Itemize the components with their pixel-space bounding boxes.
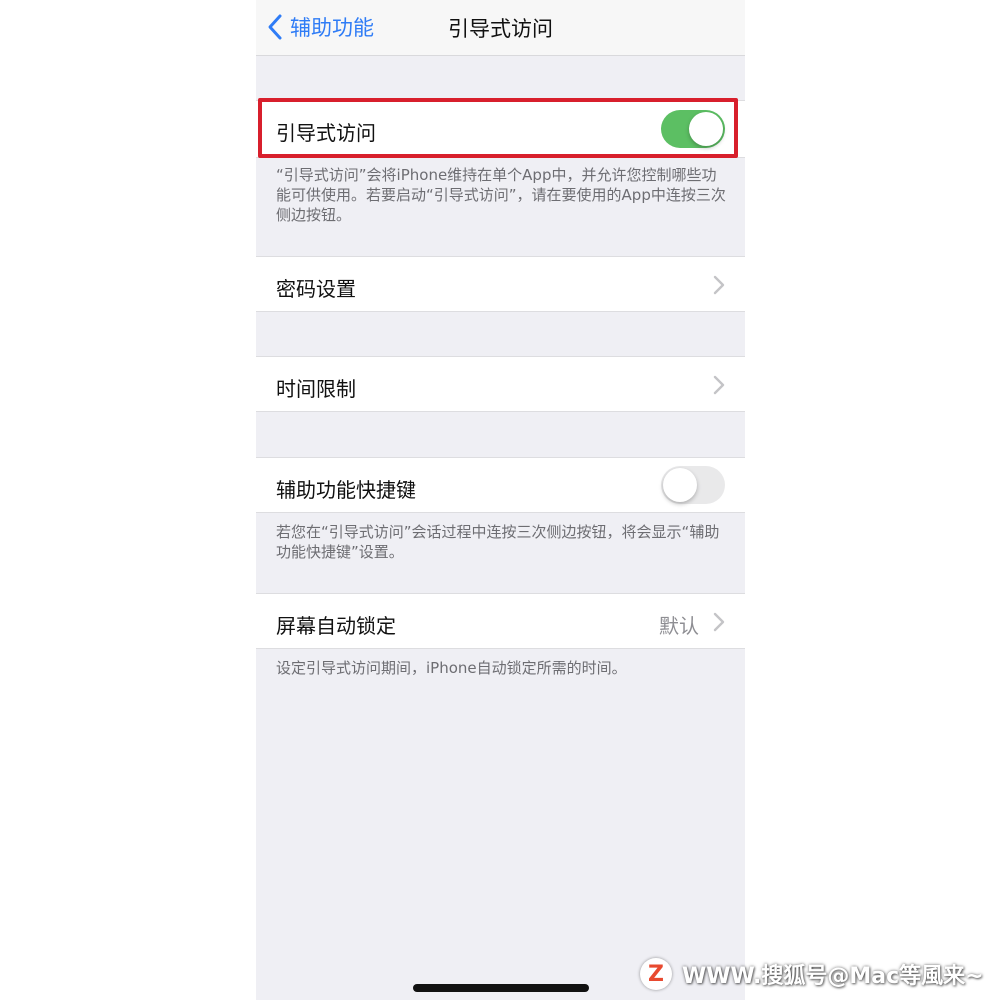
auto-lock-value: 默认 [659, 614, 699, 638]
page-title: 引导式访问 [448, 17, 553, 41]
guided-access-row: 引导式访问 [256, 100, 745, 158]
accessibility-shortcut-label: 辅助功能快捷键 [276, 478, 416, 502]
auto-lock-row[interactable]: 屏幕自动锁定 默认 [256, 593, 745, 649]
chevron-right-icon [713, 612, 725, 632]
time-limits-label: 时间限制 [276, 377, 356, 401]
settings-screen: 辅助功能 引导式访问 引导式访问 “引导式访问”会将iPhone维持在单个App… [256, 0, 745, 1000]
home-indicator[interactable] [413, 984, 589, 992]
navigation-bar: 辅助功能 引导式访问 [256, 0, 745, 56]
toggle-knob [663, 468, 697, 502]
watermark-text: WWW.搜狐号@Mac等風来~ [682, 964, 984, 989]
guided-access-footer: “引导式访问”会将iPhone维持在单个App中，并允许您控制哪些功能可供使用。… [276, 166, 726, 224]
watermark-logo-icon: Z [640, 958, 672, 990]
watermark: Z WWW.搜狐号@Mac等風来~ [640, 956, 984, 992]
auto-lock-footer: 设定引导式访问期间，iPhone自动锁定所需的时间。 [276, 659, 627, 677]
guided-access-toggle[interactable] [661, 110, 725, 148]
auto-lock-label: 屏幕自动锁定 [276, 614, 396, 638]
accessibility-shortcut-toggle[interactable] [661, 466, 725, 504]
toggle-knob [689, 112, 723, 146]
passcode-settings-label: 密码设置 [276, 277, 356, 301]
accessibility-shortcut-footer: 若您在“引导式访问”会话过程中连按三次侧边按钮，将会显示“辅助功能快捷键”设置。 [276, 523, 720, 561]
passcode-settings-row[interactable]: 密码设置 [256, 256, 745, 312]
chevron-right-icon [713, 375, 725, 395]
chevron-right-icon [713, 275, 725, 295]
time-limits-row[interactable]: 时间限制 [256, 356, 745, 412]
accessibility-shortcut-row: 辅助功能快捷键 [256, 457, 745, 513]
guided-access-label: 引导式访问 [276, 121, 376, 145]
